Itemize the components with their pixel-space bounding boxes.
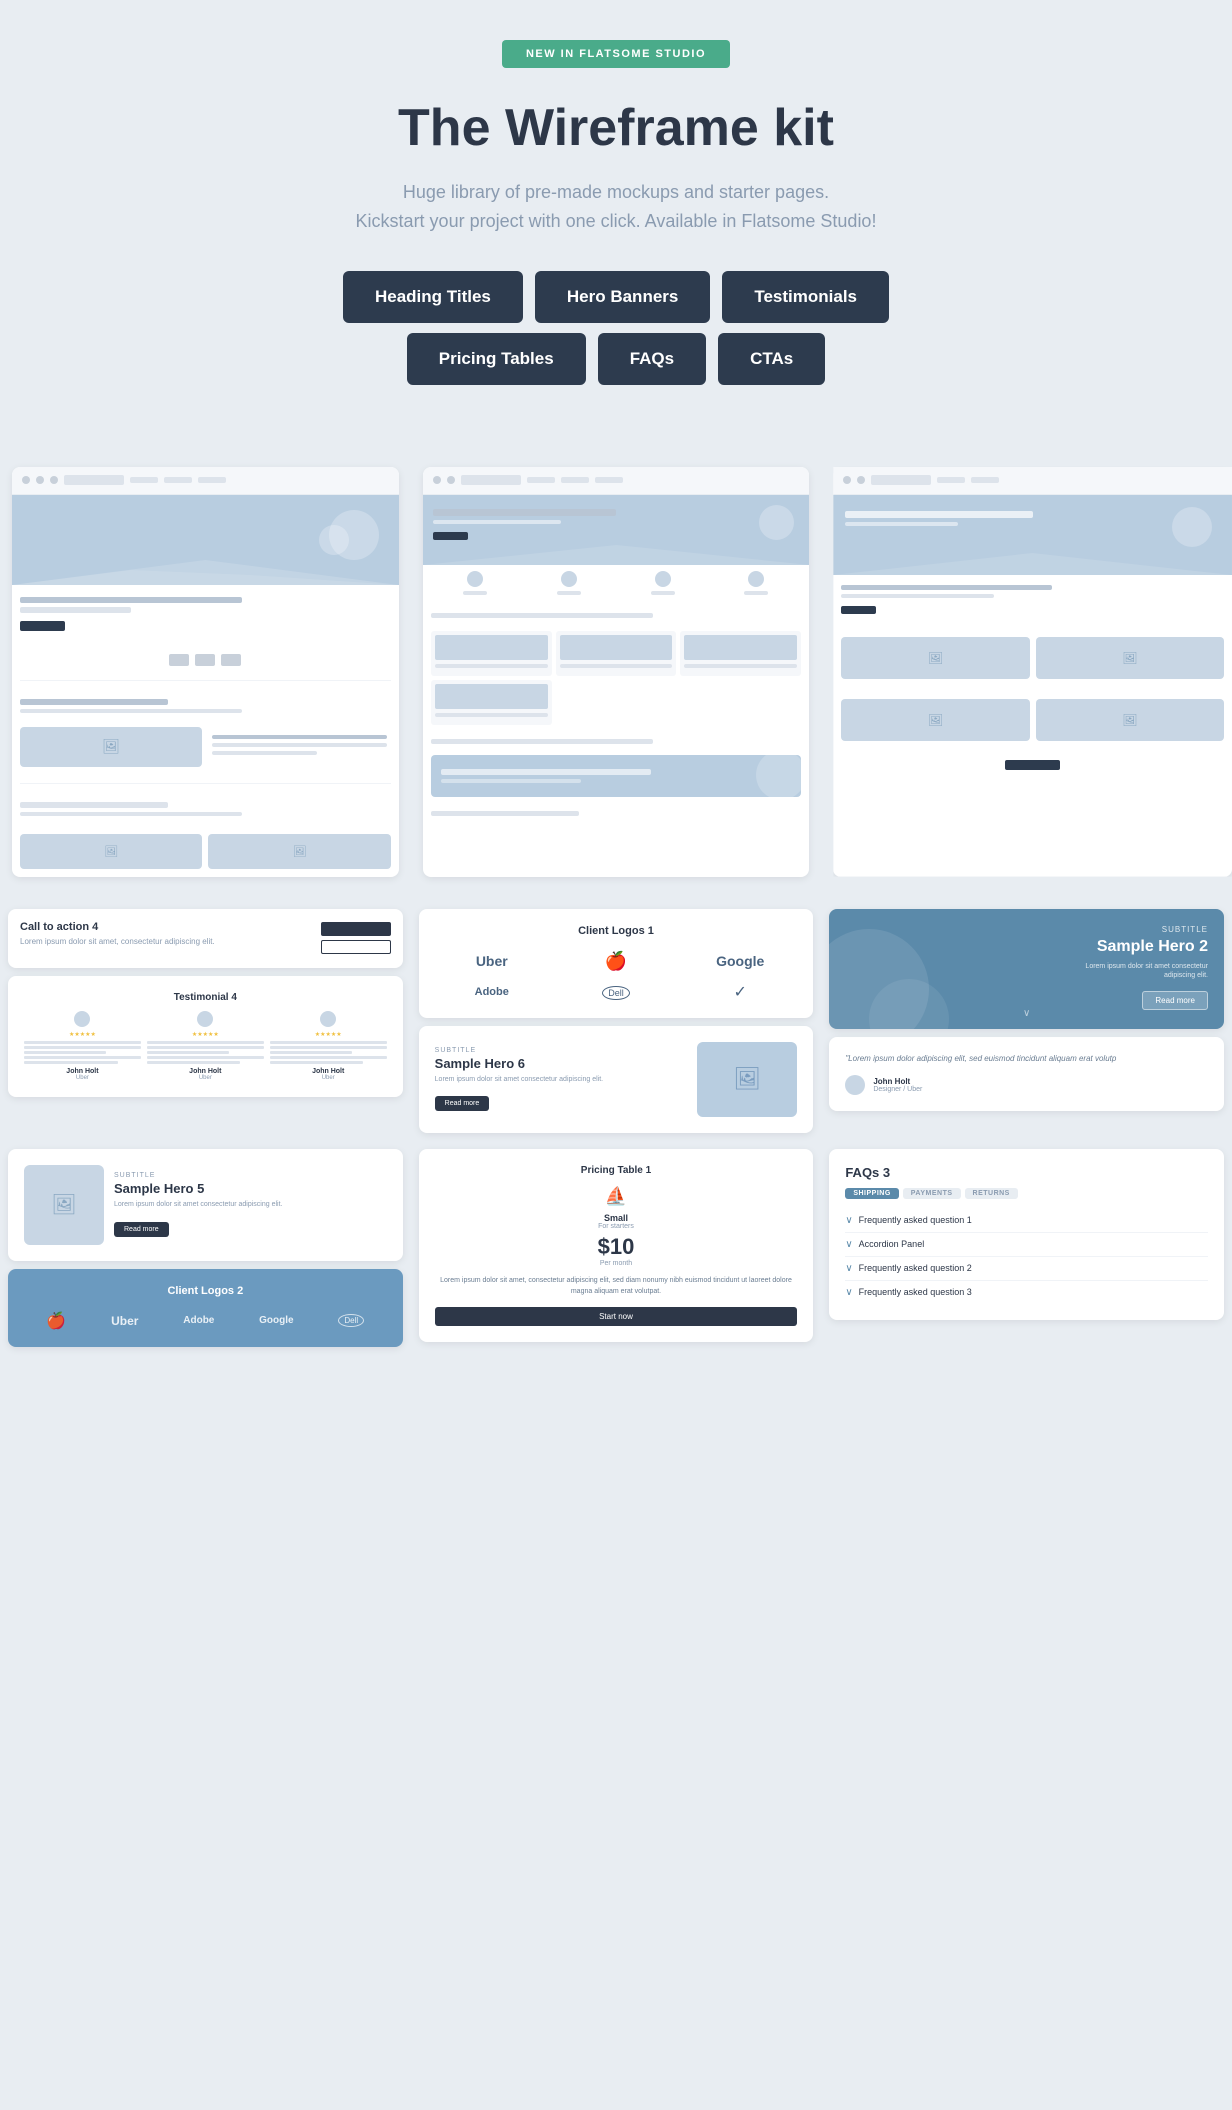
client-logos1-title: Client Logos 1 [435,925,798,937]
pricing-start-btn[interactable]: Start now [435,1307,798,1326]
mockup-2 [423,467,810,877]
hero5-desc: Lorem ipsum dolor sit amet consectetur a… [114,1200,387,1210]
faqs3-title: FAQs 3 [845,1165,1208,1180]
pricing-table1-title: Pricing Table 1 [435,1165,798,1176]
logo2-uber: Uber [111,1314,138,1328]
logo2-google: Google [259,1315,293,1326]
logo2-apple: 🍎 [46,1311,66,1331]
col-middle-r2: Pricing Table 1 ⛵ Small For starters $10… [411,1141,822,1350]
quote-role: Designer / Uber [873,1086,922,1093]
mockup-1: 🖼 🖼 🖼 [12,467,399,877]
faq-item-4[interactable]: ∨ Frequently asked question 3 [845,1281,1208,1304]
faq-tabs: SHIPPING PAYMENTS RETURNS [845,1188,1208,1199]
col-left-stack: Call to action 4 Lorem ipsum dolor sit a… [0,901,411,1105]
logo-apple: 🍎 [559,951,673,972]
faq-chevron-2: ∨ [845,1239,852,1250]
testimonial-quote-text: "Lorem ipsum dolor adipiscing elit, sed … [845,1053,1208,1065]
faq-text-2: Accordion Panel [859,1239,925,1249]
testimonial-item: ★★★★★ John Holt Uber [147,1011,264,1081]
logo-dell: Dell [559,983,673,1001]
testimonial-item: ★★★★★ John Holt Uber [270,1011,387,1081]
pricing-tier: Small [435,1213,798,1223]
hero6-image: 🖼 [697,1042,797,1117]
hero2-btn[interactable]: Read more [1142,991,1208,1010]
hero6-subtitle: SUBTITLE [435,1047,688,1054]
hero5-title: Sample Hero 5 [114,1181,387,1196]
mockup-3: 🖼 🖼 🖼 🖼 [833,467,1232,877]
cta4-btn2[interactable] [321,940,391,954]
hero5-btn[interactable]: Read more [114,1222,169,1237]
col-right-r2: FAQs 3 SHIPPING PAYMENTS RETURNS ∨ Frequ… [821,1141,1232,1328]
btn-ctas[interactable]: CTAs [718,333,825,385]
faq-tab-shipping[interactable]: SHIPPING [845,1188,898,1199]
testimonial4-title: Testimonial 4 [24,992,387,1003]
btn-pricing-tables[interactable]: Pricing Tables [407,333,586,385]
faq-text-4: Frequently asked question 3 [859,1287,972,1297]
logo-uber: Uber [435,953,549,969]
faq-item-1[interactable]: ∨ Frequently asked question 1 [845,1209,1208,1233]
hero2-chevron: ∨ [1023,1008,1030,1019]
faq-chevron-4: ∨ [845,1287,852,1298]
btn-hero-banners[interactable]: Hero Banners [535,271,710,323]
col-left-r2: 🖼 SUBTITLE Sample Hero 5 Lorem ipsum dol… [0,1141,411,1355]
logo-adobe: Adobe [435,986,549,998]
faq-chevron-1: ∨ [845,1215,852,1226]
logo2-dell: Dell [338,1314,364,1327]
cta4-title: Call to action 4 [20,921,321,933]
logo2-adobe: Adobe [183,1315,214,1326]
nav-btn-row2: Pricing Tables FAQs CTAs [20,333,1212,385]
faq-text-3: Frequently asked question 2 [859,1263,972,1273]
faq-chevron-3: ∨ [845,1263,852,1274]
new-badge: NEW IN FLATSOME STUDIO [502,40,730,68]
quote-avatar [845,1075,865,1095]
pricing-icon: ⛵ [435,1186,798,1207]
faq-item-3[interactable]: ∨ Frequently asked question 2 [845,1257,1208,1281]
faq-text-1: Frequently asked question 1 [859,1215,972,1225]
hero2-subtitle: SUBTITLE [1162,925,1208,934]
hero6-title: Sample Hero 6 [435,1056,688,1071]
pricing-period: Per month [435,1260,798,1267]
pricing-features: Lorem ipsum dolor sit amet, consectetur … [435,1275,798,1297]
hero5-subtitle: SUBTITLE [114,1172,387,1179]
btn-heading-titles[interactable]: Heading Titles [343,271,523,323]
subtitle: Huge library of pre-made mockups and sta… [316,178,916,236]
testimonial-item: ★★★★★ John Holt Uber [24,1011,141,1081]
hero6-btn[interactable]: Read more [435,1096,490,1111]
faq-tab-returns[interactable]: RETURNS [965,1188,1018,1199]
logo-google: Google [683,953,797,969]
main-title: The Wireframe kit [20,98,1212,158]
pricing-price: $10 [435,1234,798,1260]
logo-nike: ✓ [683,982,797,1002]
top-mockup-grid: 🖼 🖼 🖼 [0,455,1232,901]
hero5-image: 🖼 [24,1165,104,1245]
faq-item-2[interactable]: ∨ Accordion Panel [845,1233,1208,1257]
pricing-desc: For starters [435,1223,798,1230]
col-right-stack: SUBTITLE Sample Hero 2 Lorem ipsum dolor… [821,901,1232,1119]
btn-testimonials[interactable]: Testimonials [722,271,889,323]
faq-tab-payments[interactable]: PAYMENTS [903,1188,961,1199]
hero6-desc: Lorem ipsum dolor sit amet consectetur a… [435,1075,688,1085]
hero2-title: Sample Hero 2 [1097,938,1208,956]
hero2-desc: Lorem ipsum dolor sit amet consectetur a… [1068,962,1208,982]
btn-faqs[interactable]: FAQs [598,333,706,385]
client-logos2-title: Client Logos 2 [24,1285,387,1297]
col-middle-stack: Client Logos 1 Uber 🍎 Google Adobe Dell … [411,901,822,1141]
cta4-subtitle: Lorem ipsum dolor sit amet, consectetur … [20,937,321,946]
bottom-section: Call to action 4 Lorem ipsum dolor sit a… [0,901,1232,1375]
nav-btn-row1: Heading Titles Hero Banners Testimonials [20,271,1212,323]
cta4-btn1[interactable] [321,922,391,936]
header-section: NEW IN FLATSOME STUDIO The Wireframe kit… [0,0,1232,455]
quote-person: John Holt Designer / Uber [845,1075,1208,1095]
quote-name: John Holt [873,1077,922,1086]
